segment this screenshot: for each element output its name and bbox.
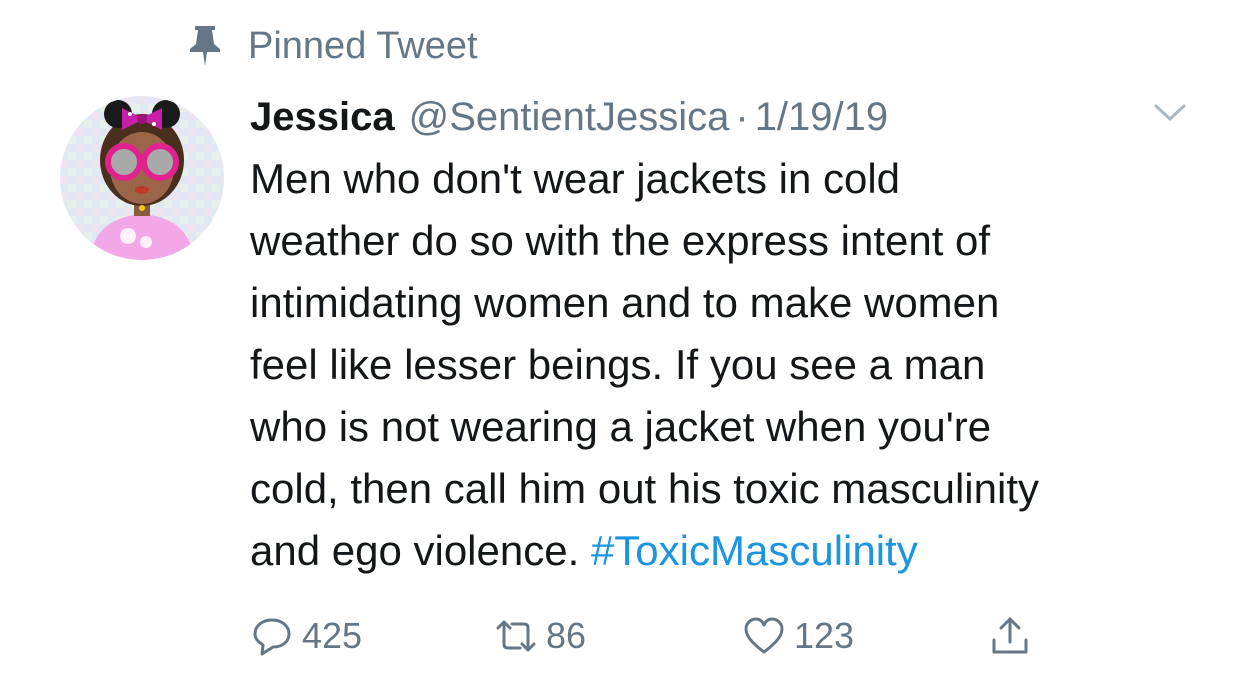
- pinned-indicator: Pinned Tweet: [188, 22, 478, 70]
- tweet-text-line: intimidating women and to make women: [250, 279, 1000, 326]
- tweet-text-line: Men who don't wear jackets in cold: [250, 155, 901, 202]
- tweet-text: Men who don't wear jackets in cold weath…: [250, 148, 1210, 582]
- separator-dot: ·: [735, 94, 749, 139]
- reply-button[interactable]: 425: [250, 608, 362, 664]
- tweet-text-line: who is not wearing a jacket when you're: [250, 403, 992, 450]
- tweet-text-line: weather do so with the express intent of: [250, 217, 991, 264]
- tweet-text-last-line: and ego violence. #ToxicMasculinity: [250, 520, 1210, 582]
- reply-count: 425: [302, 615, 363, 656]
- pin-icon: [190, 26, 220, 66]
- retweet-count: 86: [546, 615, 587, 656]
- share-icon: [992, 617, 1028, 654]
- like-count: 123: [794, 615, 855, 656]
- tweet-text-line: cold, then call him out his toxic mascul…: [250, 465, 1039, 512]
- hashtag-link[interactable]: #ToxicMasculinity: [591, 527, 918, 574]
- user-handle[interactable]: @SentientJessica: [409, 95, 730, 140]
- like-icon: [744, 617, 784, 654]
- retweet-icon: [496, 620, 536, 652]
- display-name[interactable]: Jessica: [250, 95, 395, 140]
- retweet-button[interactable]: 86: [494, 608, 586, 664]
- tweet-actions: 425 86 123: [250, 608, 1050, 664]
- avatar-image: [60, 96, 224, 260]
- share-button[interactable]: [988, 608, 1032, 664]
- avatar[interactable]: [60, 96, 224, 260]
- tweet-text-line: feel like lesser beings. If you see a ma…: [250, 341, 986, 388]
- chevron-down-icon[interactable]: [1152, 100, 1188, 124]
- tweet-date[interactable]: 1/19/19: [755, 95, 888, 140]
- reply-icon: [253, 618, 291, 656]
- like-button[interactable]: 123: [742, 608, 854, 664]
- tweet-header: Jessica @SentientJessica · 1/19/19: [250, 88, 888, 146]
- pinned-label: Pinned Tweet: [248, 24, 478, 67]
- tweet-text-line: and ego violence.: [250, 527, 580, 574]
